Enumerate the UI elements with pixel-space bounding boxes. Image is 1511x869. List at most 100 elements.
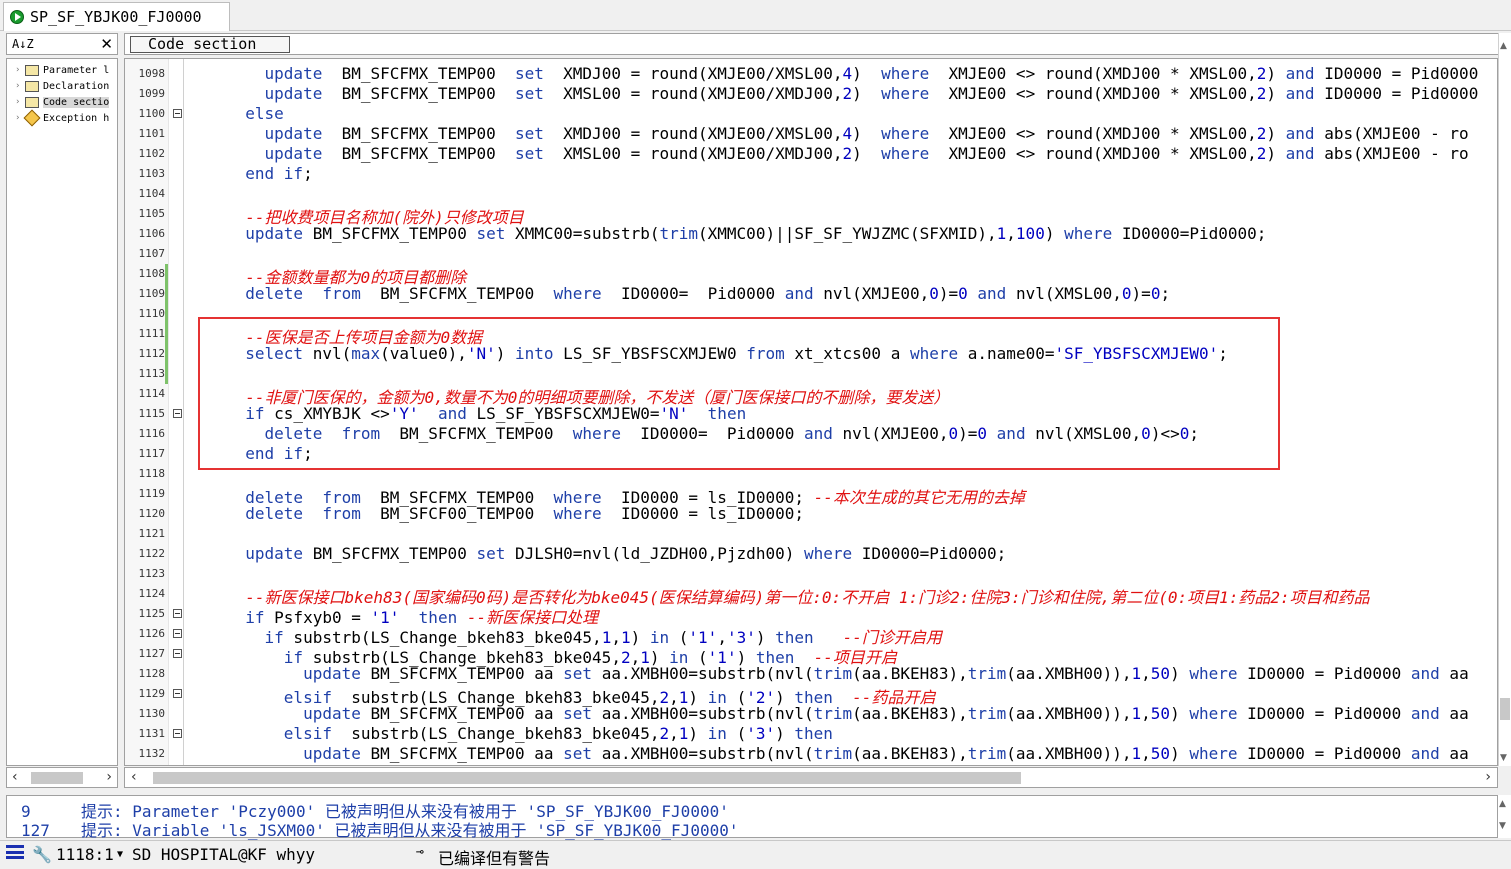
code-line[interactable]: delete from BM_SFCF00_TEMP00 where ID000… [226,504,804,523]
scroll-up-icon[interactable]: ▲ [1500,41,1507,51]
wrench-icon[interactable]: 🔧 [32,845,52,864]
fold-toggle-icon[interactable] [173,689,182,698]
section-dropdown[interactable]: Code section [130,36,290,53]
code-line[interactable]: elsif substrb(LS_Change_bkeh83_bke045,2,… [226,724,833,743]
line-number: 1109 [138,287,166,300]
line-number: 1099 [138,87,166,100]
scroll-right-icon[interactable]: › [1485,769,1491,785]
code-line[interactable]: update BM_SFCFMX_TEMP00 set XMSL00 = rou… [226,144,1469,163]
code-line[interactable]: update BM_SFCFMX_TEMP00 set XMSL00 = rou… [226,84,1479,103]
connection-info[interactable]: SD HOSPITAL@KF whyy [132,845,315,864]
code-line[interactable]: update BM_SFCFMX_TEMP00 set XMDJ00 = rou… [226,64,1479,83]
line-number: 1116 [138,427,166,440]
code-line[interactable]: update BM_SFCFMX_TEMP00 aa set aa.XMBH00… [226,704,1469,723]
line-number: 1111 [138,327,166,340]
expand-arrow-icon[interactable]: › [15,65,25,75]
line-number: 1119 [138,487,166,500]
scroll-down-icon[interactable]: ▼ [1499,821,1506,831]
editor-header: Code section ▲ [124,33,1511,55]
line-number: 1114 [138,387,166,400]
line-number: 1130 [138,707,166,720]
structure-tree: › Parameter l › Declaration › Code secti… [6,58,118,766]
tree-item-declaration[interactable]: › Declaration [7,78,117,94]
line-number: 1103 [138,167,166,180]
code-editor[interactable]: 1098 1099 1100 1101 1102 1103 1104 1105 1106 1107… [124,58,1498,766]
tree-item-label: Code sectio [43,96,110,108]
tab-procedure[interactable]: SP_SF_YBJK00_FJ0000 [3,2,230,31]
code-line[interactable]: delete from BM_SFCFMX_TEMP00 where ID000… [226,284,1170,303]
tree-item-code-section[interactable]: › Code sectio [7,94,117,110]
fold-toggle-icon[interactable] [173,629,182,638]
line-number: 1124 [138,587,166,600]
run-icon [10,10,24,24]
editor-vertical-scrollbar[interactable]: ▲ ▼ [1498,33,1511,766]
code-line[interactable]: update BM_SFCFMX_TEMP00 set XMDJ00 = rou… [226,124,1469,143]
chevron-down-icon[interactable]: ▼ [117,849,123,860]
exception-icon [23,109,41,127]
line-number: 1131 [138,727,166,740]
line-number: 1102 [138,147,166,160]
message-row[interactable]: 127 提示: Variable 'ls_JSXM00' 已被声明但从来没有被用于… [21,817,738,841]
code-line[interactable]: else [226,104,284,123]
line-number: 1125 [138,607,166,620]
line-number: 1108 [138,267,166,280]
expand-arrow-icon[interactable]: › [15,97,25,107]
change-marker [165,264,168,384]
folder-icon [25,64,39,76]
scroll-down-icon[interactable]: ▼ [1500,753,1507,763]
scroll-thumb[interactable] [1500,698,1510,720]
tree-toolbar: A↓Z ✕ [6,33,118,55]
fold-column [168,59,184,765]
scroll-left-icon[interactable]: ‹ [12,769,18,785]
fold-toggle-icon[interactable] [173,729,182,738]
line-number: 1117 [138,447,166,460]
scroll-thumb[interactable] [153,772,1021,784]
folder-icon [25,96,39,108]
fold-toggle-icon[interactable] [173,649,182,658]
line-number: 1112 [138,347,166,360]
sort-icon[interactable]: A↓Z [12,37,34,51]
code-line[interactable]: update BM_SFCFMX_TEMP00 aa set aa.XMBH00… [226,664,1469,683]
messages-scrollbar[interactable]: ▲ ▼ [1498,795,1511,838]
line-number: 1118 [138,467,166,480]
tree-item-label: Declaration [43,80,110,92]
scroll-up-icon[interactable]: ▲ [1499,799,1506,809]
line-number: 1128 [138,667,166,680]
line-number-gutter: 1098 1099 1100 1101 1102 1103 1104 1105 1106 1107… [125,59,168,765]
compiler-messages: 9 提示: Parameter 'Pczy000' 已被声明但从来没有被用于 'S… [6,795,1498,841]
line-number: 1127 [138,647,166,660]
editor-horizontal-scrollbar[interactable]: ‹ › [124,767,1498,788]
cursor-position: 1118:1 [56,845,114,864]
expand-arrow-icon[interactable]: › [15,81,25,91]
line-number: 1115 [138,407,166,420]
line-number: 1105 [138,207,166,220]
line-number: 1101 [138,127,166,140]
tree-horizontal-scrollbar[interactable]: ‹ › [6,767,118,788]
tab-title: SP_SF_YBJK00_FJ0000 [30,8,202,26]
line-number: 1123 [138,567,166,580]
close-icon[interactable]: ✕ [100,35,113,53]
code-line[interactable]: end if; [226,164,312,183]
line-number: 1129 [138,687,166,700]
line-number: 1126 [138,627,166,640]
tree-item-parameter[interactable]: › Parameter l [7,62,117,78]
fold-toggle-icon[interactable] [173,109,182,118]
code-line[interactable]: update BM_SFCFMX_TEMP00 aa set aa.XMBH00… [226,744,1469,763]
code-line[interactable]: update BM_SFCFMX_TEMP00 set XMMC00=subst… [226,224,1266,243]
window-list-icon[interactable] [6,845,24,859]
pin-icon: ⊸ [416,845,424,860]
tree-item-label: Exception h [43,112,110,124]
line-number: 1113 [138,367,166,380]
line-number: 1106 [138,227,166,240]
scroll-thumb[interactable] [31,772,83,784]
folder-icon [25,80,39,92]
fold-toggle-icon[interactable] [173,609,182,618]
line-number: 1098 [138,67,166,80]
fold-toggle-icon[interactable] [173,409,182,418]
scroll-right-icon[interactable]: › [106,769,112,785]
tree-item-label: Parameter l [43,64,110,76]
line-number: 1104 [138,187,166,200]
tree-item-exception[interactable]: › Exception h [7,109,117,127]
code-line[interactable]: update BM_SFCFMX_TEMP00 set DJLSH0=nvl(l… [226,544,1006,563]
scroll-left-icon[interactable]: ‹ [131,769,137,785]
